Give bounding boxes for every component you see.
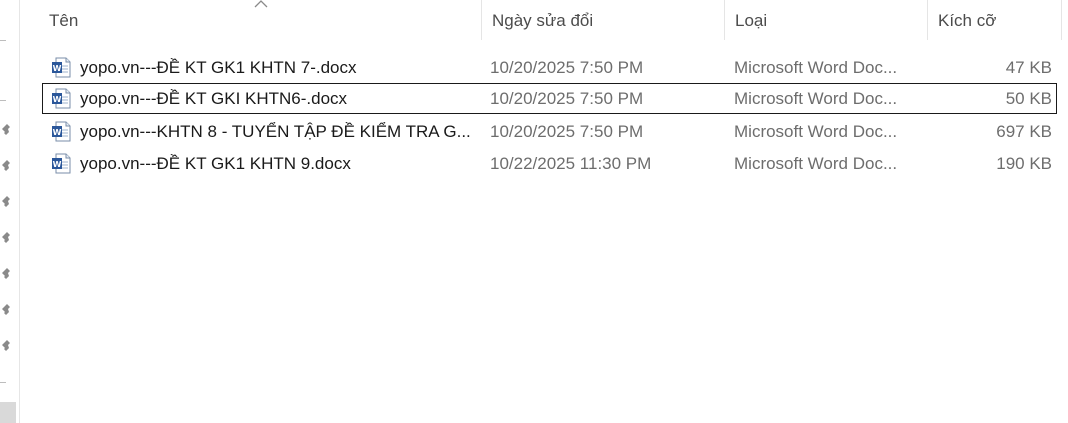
column-header-type[interactable]: Loại [724, 0, 927, 40]
file-type: Microsoft Word Doc... [734, 58, 898, 77]
pin-icon[interactable] [0, 340, 14, 354]
file-size: 47 KB [1005, 58, 1052, 77]
pin-icon[interactable] [0, 196, 14, 210]
nav-divider-line [0, 40, 6, 41]
svg-text:W: W [53, 128, 62, 137]
column-divider[interactable] [1061, 0, 1062, 40]
nav-divider-line [0, 382, 6, 383]
file-row[interactable]: W yopo.vn---KHTN 8 - TUYỂN TẬP ĐỀ KIỂM T… [42, 116, 1057, 147]
file-size: 190 KB [996, 154, 1052, 173]
nav-divider-line [0, 100, 6, 101]
file-name: yopo.vn---ĐỀ KT GKI KHTN6-.docx [80, 89, 348, 108]
svg-text:W: W [53, 160, 62, 169]
column-header-name[interactable]: Tên [38, 0, 482, 40]
file-row[interactable]: W yopo.vn---ĐỀ KT GK1 KHTN 7-.docx 10/20… [42, 52, 1057, 83]
file-date: 10/20/2025 7:50 PM [490, 58, 644, 77]
file-size: 50 KB [1005, 89, 1052, 108]
word-document-icon: W [52, 88, 71, 109]
pin-icon[interactable] [0, 124, 14, 138]
file-name: yopo.vn---ĐỀ KT GK1 KHTN 9.docx [80, 154, 351, 173]
word-document-icon: W [52, 121, 71, 142]
pin-icon[interactable] [0, 304, 14, 318]
pin-icon[interactable] [0, 160, 14, 174]
file-row[interactable]: W yopo.vn---ĐỀ KT GK1 KHTN 9.docx 10/22/… [42, 148, 1057, 179]
word-document-icon: W [52, 57, 71, 78]
file-row[interactable]: W yopo.vn---ĐỀ KT GKI KHTN6-.docx 10/20/… [42, 83, 1057, 114]
file-size: 697 KB [996, 122, 1052, 141]
file-date: 10/20/2025 7:50 PM [490, 122, 644, 141]
pin-icon[interactable] [0, 268, 14, 282]
file-type: Microsoft Word Doc... [734, 122, 898, 141]
file-type: Microsoft Word Doc... [734, 89, 898, 108]
svg-text:W: W [53, 64, 62, 73]
column-header-size[interactable]: Kích cỡ [927, 0, 1062, 40]
file-name: yopo.vn---KHTN 8 - TUYỂN TẬP ĐỀ KIỂM TRA… [80, 122, 471, 141]
svg-text:W: W [53, 95, 62, 104]
column-header-date[interactable]: Ngày sửa đổi [481, 0, 724, 40]
column-header-row: Tên Ngày sửa đổi Loại Kích cỡ [38, 0, 1068, 40]
file-type: Microsoft Word Doc... [734, 154, 898, 173]
file-date: 10/22/2025 11:30 PM [490, 154, 652, 173]
nav-scrollbar-thumb[interactable] [0, 402, 16, 423]
navigation-pane-edge [0, 0, 20, 423]
file-date: 10/20/2025 7:50 PM [490, 89, 644, 108]
word-document-icon: W [52, 153, 71, 174]
pane-divider[interactable] [19, 0, 20, 423]
pin-icon[interactable] [0, 232, 14, 246]
file-name: yopo.vn---ĐỀ KT GK1 KHTN 7-.docx [80, 58, 357, 77]
